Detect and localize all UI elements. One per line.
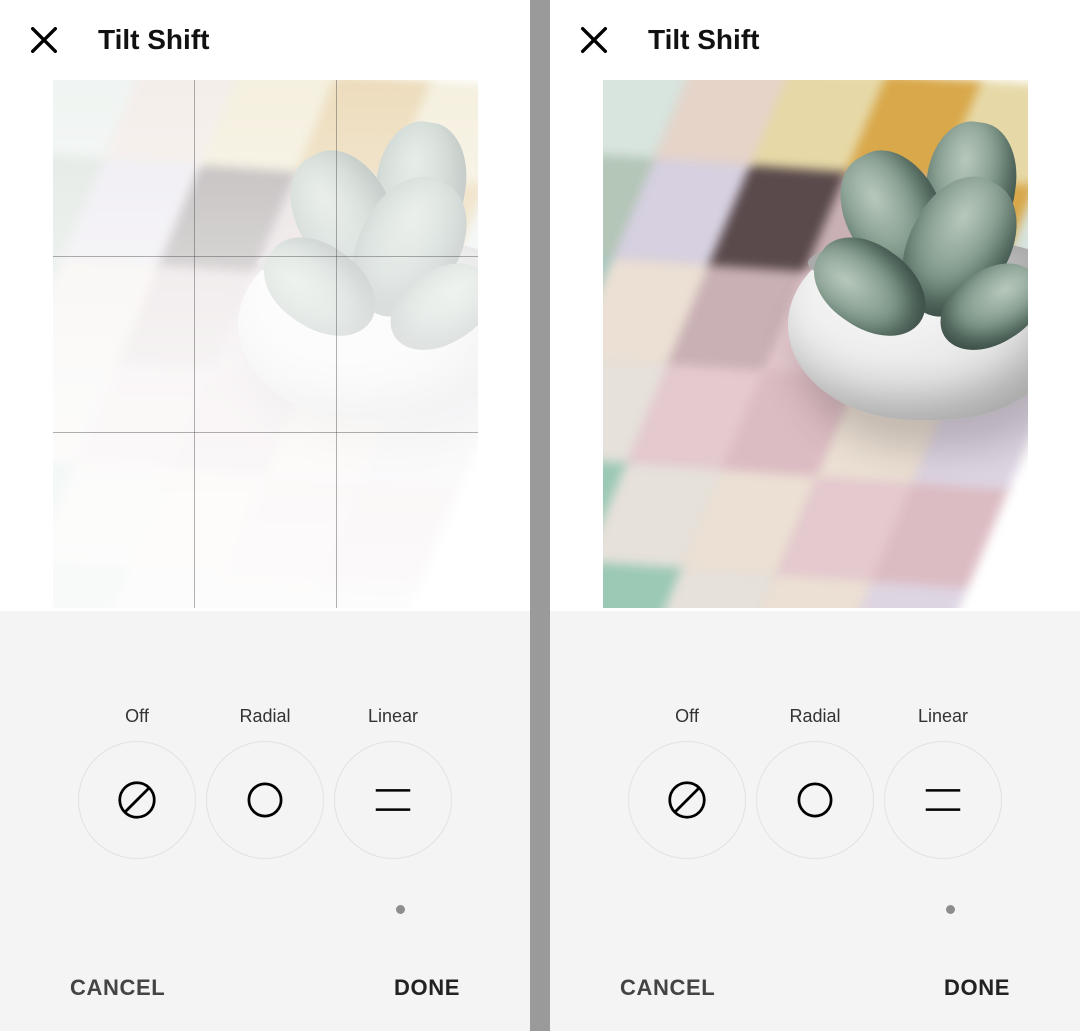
option-radial-button[interactable] (206, 741, 324, 859)
pane-right: Tilt Shift (550, 0, 1080, 1031)
page-title: Tilt Shift (98, 24, 209, 56)
option-radial-button[interactable] (756, 741, 874, 859)
option-linear-button[interactable] (334, 741, 452, 859)
linear-icon (920, 777, 966, 823)
option-off-button[interactable] (78, 741, 196, 859)
controls: Off Radial Linear (0, 611, 530, 1031)
option-label-linear: Linear (918, 706, 968, 727)
done-button[interactable]: DONE (944, 975, 1010, 1001)
option-label-off: Off (125, 706, 149, 727)
header: Tilt Shift (550, 0, 1080, 80)
page-indicator-dot (396, 905, 405, 914)
linear-icon (370, 777, 416, 823)
tilt-shift-overlay (53, 80, 478, 608)
cancel-button[interactable]: CANCEL (620, 975, 715, 1001)
header: Tilt Shift (0, 0, 530, 80)
page-indicator-dot (946, 905, 955, 914)
pane-divider (530, 0, 550, 1031)
option-label-radial: Radial (789, 706, 840, 727)
image-area (0, 80, 530, 611)
page-title: Tilt Shift (648, 24, 759, 56)
close-icon (577, 23, 611, 57)
option-off-button[interactable] (628, 741, 746, 859)
pane-left: Tilt Shift (0, 0, 530, 1031)
option-linear-button[interactable] (884, 741, 1002, 859)
option-label-off: Off (675, 706, 699, 727)
slash-circle-icon (664, 777, 710, 823)
controls: Off Radial Linear (550, 611, 1080, 1031)
option-label-radial: Radial (239, 706, 290, 727)
circle-icon (792, 777, 838, 823)
circle-icon (242, 777, 288, 823)
done-button[interactable]: DONE (394, 975, 460, 1001)
close-button[interactable] (570, 16, 618, 64)
close-icon (27, 23, 61, 57)
photo-preview[interactable] (53, 80, 478, 608)
image-area (550, 80, 1080, 611)
close-button[interactable] (20, 16, 68, 64)
slash-circle-icon (114, 777, 160, 823)
option-label-linear: Linear (368, 706, 418, 727)
photo-preview[interactable] (603, 80, 1028, 608)
cancel-button[interactable]: CANCEL (70, 975, 165, 1001)
